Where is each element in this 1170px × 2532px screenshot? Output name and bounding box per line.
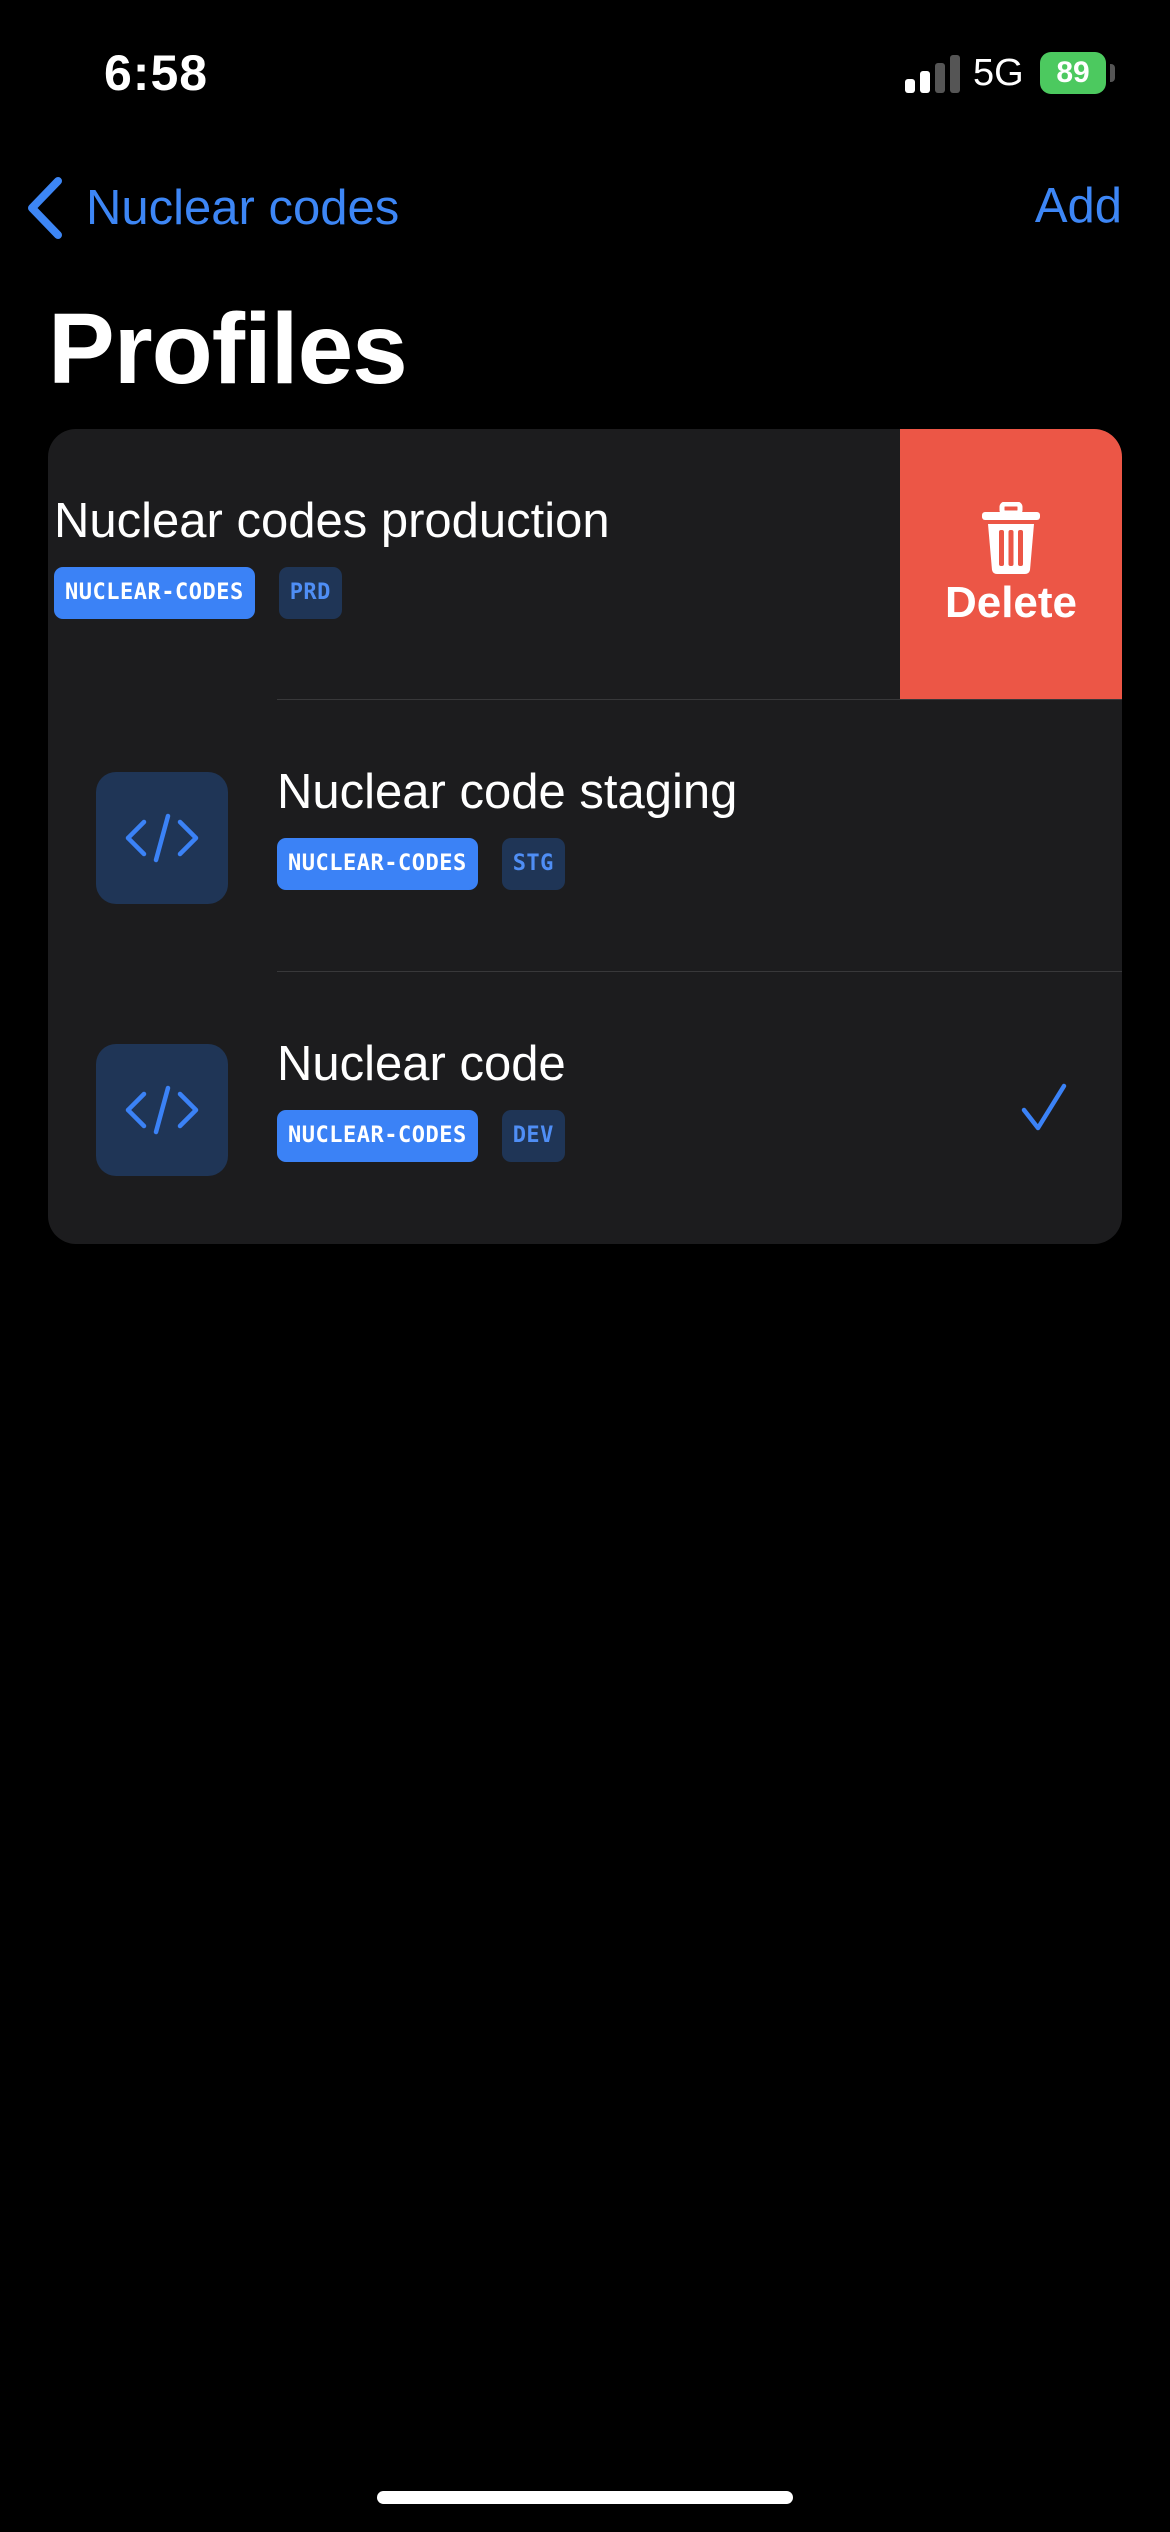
add-button[interactable]: Add	[1035, 178, 1122, 234]
code-brackets-glyph	[125, 1085, 199, 1135]
profile-text: Nuclear codes production NUCLEAR-CODES P…	[54, 489, 610, 619]
back-button-label: Nuclear codes	[86, 181, 400, 235]
profile-tags: NUCLEAR-CODES DEV	[277, 1110, 566, 1162]
network-type: 5G	[973, 52, 1024, 94]
home-indicator[interactable]	[377, 2491, 793, 2504]
battery-level: 89	[1056, 56, 1090, 89]
environment-tag: STG	[501, 838, 565, 890]
profile-name: Nuclear code staging	[277, 765, 738, 819]
checkmark-icon	[1021, 1083, 1067, 1131]
cellular-signal-icon	[905, 55, 961, 93]
back-button[interactable]: Nuclear codes	[22, 172, 399, 244]
environment-tag: DEV	[501, 1110, 565, 1162]
profile-tags: NUCLEAR-CODES STG	[277, 838, 737, 890]
profile-name: Nuclear code	[277, 1037, 566, 1091]
delete-label: Delete	[944, 577, 1078, 627]
page-title: Profiles	[48, 293, 408, 405]
delete-button[interactable]: Delete	[900, 429, 1122, 700]
battery-icon: 89	[1040, 52, 1106, 94]
project-tag: NUCLEAR-CODES	[277, 838, 478, 890]
list-item[interactable]: Nuclear code NUCLEAR-CODES DEV	[48, 972, 1122, 1243]
project-tag: NUCLEAR-CODES	[277, 1110, 478, 1162]
status-bar: 6:58 5G 89	[0, 0, 1170, 150]
code-icon	[96, 1044, 228, 1176]
profile-name: Nuclear codes production	[54, 494, 610, 548]
chevron-left-icon	[28, 177, 62, 239]
status-time: 6:58	[104, 45, 209, 101]
code-icon	[96, 772, 228, 904]
profile-text: Nuclear code NUCLEAR-CODES DEV	[277, 1032, 566, 1162]
trash-icon	[982, 501, 1040, 574]
environment-tag: PRD	[278, 567, 342, 619]
code-brackets-glyph	[125, 813, 199, 863]
battery-cap	[1110, 64, 1115, 82]
profile-tags: NUCLEAR-CODES PRD	[54, 567, 610, 619]
project-tag: NUCLEAR-CODES	[54, 567, 255, 619]
profiles-list: Nuclear codes production NUCLEAR-CODES P…	[48, 429, 1122, 1244]
list-item[interactable]: Nuclear codes production NUCLEAR-CODES P…	[48, 429, 1122, 700]
list-item[interactable]: Nuclear code staging NUCLEAR-CODES STG	[48, 700, 1122, 971]
profile-text: Nuclear code staging NUCLEAR-CODES STG	[277, 760, 737, 890]
